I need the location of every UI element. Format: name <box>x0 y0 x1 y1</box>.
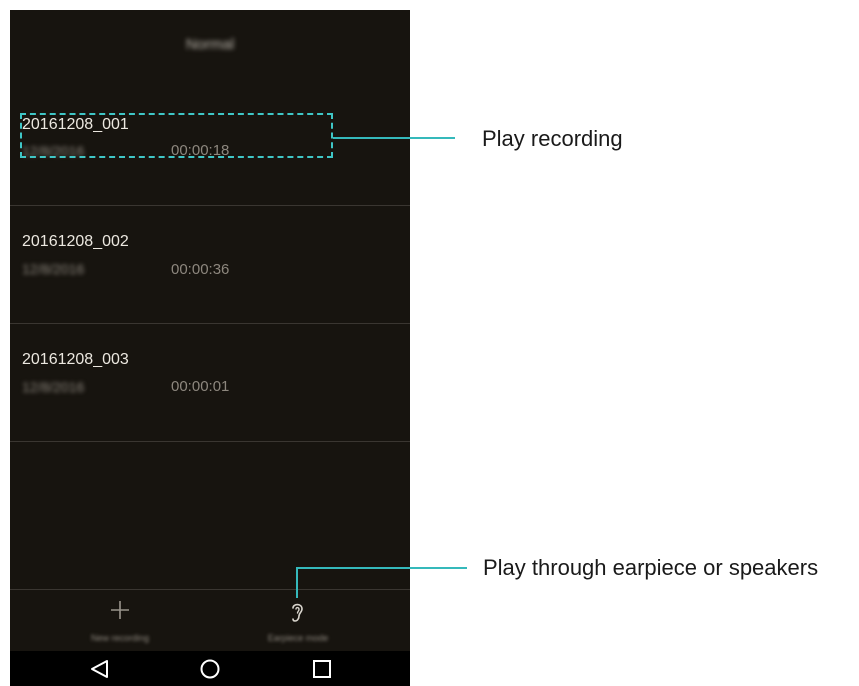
recording-item[interactable]: 20161208_003 12/8/2016 00:00:01 <box>10 324 410 442</box>
back-triangle-icon[interactable] <box>88 658 112 680</box>
new-recording-button[interactable]: New recording <box>30 590 210 652</box>
earpiece-mode-label: Earpiece mode <box>267 633 329 643</box>
earpiece-mode-button[interactable]: Earpiece mode <box>208 590 388 652</box>
annotated-screenshot: Normal 20161208_001 12/8/2016 00:00:18 2… <box>0 0 859 686</box>
recents-square-icon[interactable] <box>310 658 334 680</box>
top-bar: Normal <box>10 10 410 80</box>
earpiece-callout: Play through earpiece or speakers <box>483 555 819 580</box>
home-circle-icon[interactable] <box>198 658 222 680</box>
recording-duration: 00:00:36 <box>171 261 230 278</box>
recording-date: 12/8/2016 <box>22 261 85 277</box>
plus-icon <box>111 601 129 619</box>
ear-icon <box>292 603 303 622</box>
recording-item[interactable]: 20161208_002 12/8/2016 00:00:36 <box>10 206 410 324</box>
play-recording-leader-line <box>333 137 455 139</box>
recording-name: 20161208_003 <box>22 351 129 368</box>
earpiece-leader-vertical <box>296 568 298 598</box>
new-recording-label: New recording <box>90 633 150 643</box>
play-recording-highlight <box>20 113 333 158</box>
play-recording-callout: Play recording <box>482 126 623 151</box>
earpiece-leader-horizontal <box>296 567 467 569</box>
bottom-action-bar: New recording Earpiece mode <box>10 589 410 652</box>
recording-date: 12/8/2016 <box>22 379 85 395</box>
phone-screen: Normal 20161208_001 12/8/2016 00:00:18 2… <box>10 10 410 686</box>
recording-name: 20161208_002 <box>22 233 129 250</box>
recording-duration: 00:00:01 <box>171 378 230 395</box>
navigation-bar <box>10 651 410 686</box>
page-title: Normal <box>185 36 235 53</box>
